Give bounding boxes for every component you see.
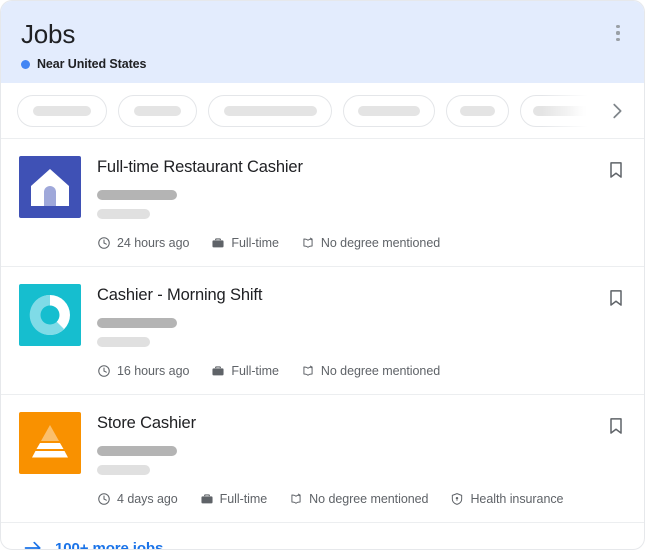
jobs-widget: Jobs Near United States Fu <box>0 0 645 550</box>
job-meta-row: 16 hours ago Full-time No degree mention… <box>97 364 626 378</box>
bookmark-icon[interactable] <box>606 159 626 181</box>
clock-icon <box>97 492 111 506</box>
house-logo <box>19 156 81 218</box>
arrow-right-icon <box>23 538 43 550</box>
filter-chip-1[interactable] <box>17 95 107 127</box>
job-meta-type: Full-time <box>211 236 278 250</box>
chip-placeholder-bar <box>224 106 317 116</box>
job-meta-degree: No degree mentioned <box>289 492 428 506</box>
job-meta-text: No degree mentioned <box>321 364 440 378</box>
job-meta-text: 4 days ago <box>117 492 178 506</box>
job-meta-text: No degree mentioned <box>309 492 428 506</box>
job-meta-degree: No degree mentioned <box>301 364 440 378</box>
job-title: Store Cashier <box>97 413 626 434</box>
job-meta-text: No degree mentioned <box>321 236 440 250</box>
briefcase-icon <box>211 364 225 378</box>
job-meta-posted: 4 days ago <box>97 492 178 506</box>
job-meta-benefits: Health insurance <box>450 492 563 506</box>
job-meta-text: Full-time <box>220 492 267 506</box>
chip-placeholder-bar <box>358 106 420 116</box>
location-placeholder-bar <box>97 209 150 219</box>
job-details: Cashier - Morning Shift 16 hours ago Ful… <box>97 284 626 378</box>
chip-placeholder-bar <box>460 106 495 116</box>
company-placeholder-bar <box>97 190 177 200</box>
book-icon <box>301 236 315 250</box>
job-meta-row: 4 days ago Full-time No degree mentioned <box>97 492 626 506</box>
job-meta-text: 24 hours ago <box>117 236 189 250</box>
job-card[interactable]: Cashier - Morning Shift 16 hours ago Ful… <box>1 267 644 395</box>
chip-placeholder-bar <box>33 106 91 116</box>
job-meta-posted: 24 hours ago <box>97 236 189 250</box>
job-details: Store Cashier 4 days ago Full-time <box>97 412 626 506</box>
page-title: Jobs <box>21 19 624 49</box>
job-meta-text: Full-time <box>231 236 278 250</box>
bookmark-icon[interactable] <box>606 287 626 309</box>
job-meta-text: Health insurance <box>470 492 563 506</box>
book-icon <box>289 492 303 506</box>
location-row: Near United States <box>21 57 624 71</box>
job-meta-text: 16 hours ago <box>117 364 189 378</box>
donut-logo <box>19 284 81 346</box>
filter-chip-4[interactable] <box>343 95 435 127</box>
filter-chip-3[interactable] <box>208 95 332 127</box>
location-placeholder-bar <box>97 337 150 347</box>
chip-placeholder-bar <box>134 106 181 116</box>
briefcase-icon <box>200 492 214 506</box>
briefcase-icon <box>211 236 225 250</box>
filter-chip-2[interactable] <box>118 95 197 127</box>
company-placeholder-bar <box>97 318 177 328</box>
jobs-header: Jobs Near United States <box>1 1 644 83</box>
pyramid-logo <box>19 412 81 474</box>
job-meta-posted: 16 hours ago <box>97 364 189 378</box>
bookmark-icon[interactable] <box>606 415 626 437</box>
filter-chips-row <box>1 83 644 139</box>
location-dot-icon <box>21 60 30 69</box>
job-meta-text: Full-time <box>231 364 278 378</box>
job-meta-degree: No degree mentioned <box>301 236 440 250</box>
job-meta-type: Full-time <box>200 492 267 506</box>
clock-icon <box>97 364 111 378</box>
job-card[interactable]: Full-time Restaurant Cashier 24 hours ag… <box>1 139 644 267</box>
filter-chip-5[interactable] <box>446 95 509 127</box>
job-meta-row: 24 hours ago Full-time No degree mention… <box>97 236 626 250</box>
job-card[interactable]: Store Cashier 4 days ago Full-time <box>1 395 644 523</box>
kebab-menu-icon[interactable] <box>608 21 628 45</box>
chip-placeholder-bar <box>533 106 603 116</box>
book-icon <box>301 364 315 378</box>
job-title: Cashier - Morning Shift <box>97 285 626 306</box>
company-placeholder-bar <box>97 446 177 456</box>
location-label: Near United States <box>37 57 146 71</box>
job-details: Full-time Restaurant Cashier 24 hours ag… <box>97 156 626 250</box>
more-jobs-label: 100+ more jobs <box>55 540 163 550</box>
shield-icon <box>450 492 464 506</box>
clock-icon <box>97 236 111 250</box>
location-placeholder-bar <box>97 465 150 475</box>
job-meta-type: Full-time <box>211 364 278 378</box>
job-title: Full-time Restaurant Cashier <box>97 157 626 178</box>
chevron-right-icon[interactable] <box>600 83 634 138</box>
more-jobs-link[interactable]: 100+ more jobs <box>1 523 644 550</box>
